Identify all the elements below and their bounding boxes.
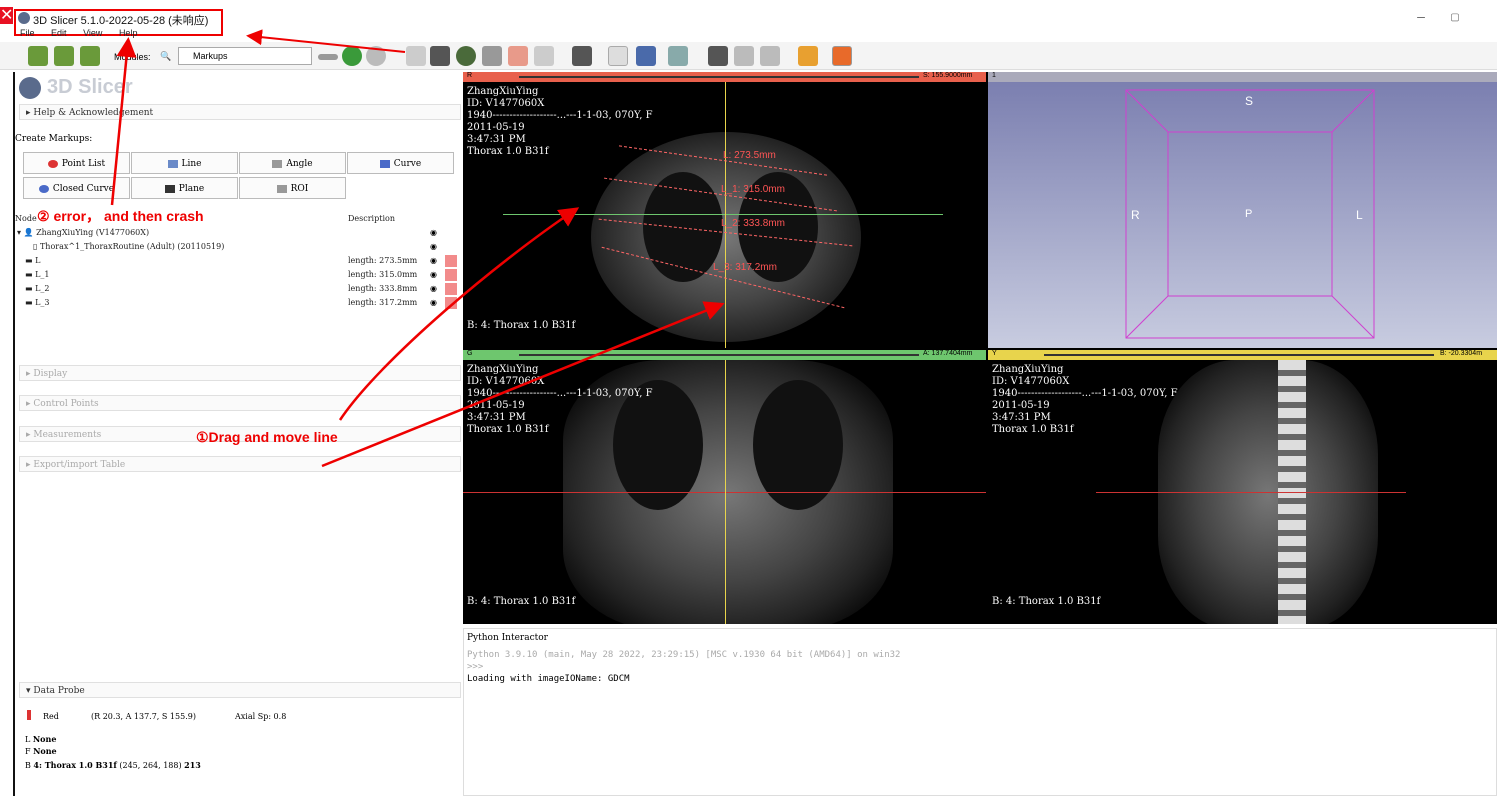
annotation-drag: ①Drag and move line xyxy=(196,429,338,445)
annotation-crash: ② error， and then crash xyxy=(37,208,204,224)
annotation-arrows xyxy=(110,29,725,468)
